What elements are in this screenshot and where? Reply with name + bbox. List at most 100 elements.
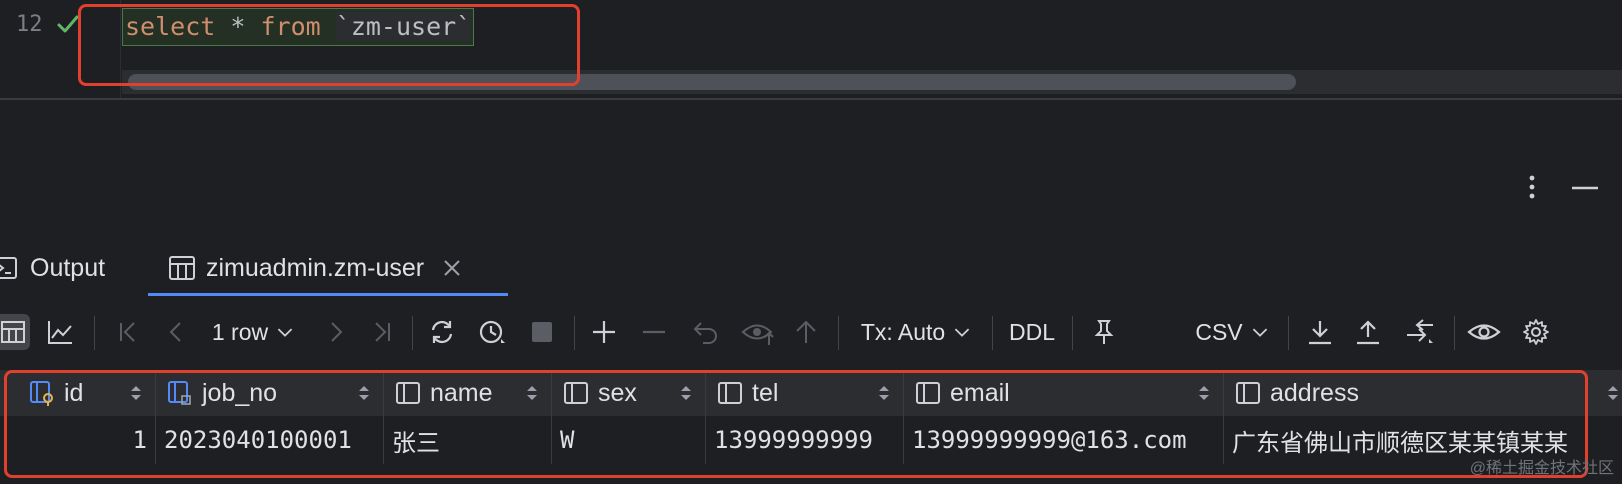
pin-icon <box>1094 320 1114 344</box>
transaction-mode-selector[interactable]: Tx: Auto <box>856 314 978 350</box>
column-header-name[interactable]: name <box>384 370 552 416</box>
revert-button[interactable] <box>688 314 724 350</box>
undo-icon <box>693 322 717 344</box>
last-page-button[interactable] <box>364 314 400 350</box>
toolbar-separator <box>1454 316 1455 350</box>
console-icon <box>0 257 17 279</box>
column-name: sex <box>598 378 637 407</box>
column-name: tel <box>752 378 779 407</box>
result-tabs: Output zimuadmin.zm-user <box>0 240 1622 296</box>
chevron-left-icon <box>169 322 181 342</box>
compare-button[interactable] <box>1400 314 1440 350</box>
column-name: name <box>430 378 493 407</box>
active-tab-indicator <box>148 293 508 296</box>
result-toolbar: 1 row Tx: Auto DDL CSV <box>0 304 1622 360</box>
table-identifier: `zm-user` <box>335 12 472 41</box>
column-header-job-no[interactable]: job_no <box>156 370 384 416</box>
sql-editor[interactable]: 12 select * from `zm-user` <box>0 0 1622 100</box>
watermark: @稀土掘金技术社区 <box>1469 460 1614 477</box>
services-tool-window-header <box>0 140 1622 240</box>
add-row-button[interactable] <box>586 314 622 350</box>
table-view-button[interactable] <box>0 314 30 350</box>
chart-view-button[interactable] <box>42 314 78 350</box>
cell-job-no[interactable]: 2023040100001 <box>156 416 384 464</box>
chevron-down-icon <box>277 328 293 337</box>
horizontal-scrollbar-thumb[interactable] <box>128 74 1296 90</box>
database-console-window: 12 select * from `zm-user` Output zimuad… <box>0 0 1622 484</box>
ddl-button[interactable]: DDL <box>1004 314 1060 350</box>
star-operator: * <box>230 12 246 41</box>
code-line[interactable]: 12 select * from `zm-user` <box>0 0 1622 52</box>
sort-icon[interactable] <box>525 383 539 403</box>
chevron-down-icon <box>1252 328 1267 337</box>
result-grid[interactable]: id job_no name sex tel email address 1 2… <box>0 370 1622 484</box>
export-data-button[interactable] <box>1302 314 1338 350</box>
first-page-button[interactable] <box>110 314 146 350</box>
sort-icon[interactable] <box>877 383 891 403</box>
cell-name[interactable]: 张三 <box>384 416 552 464</box>
last-page-icon <box>375 322 390 342</box>
clock-icon <box>479 320 505 344</box>
column-header-id[interactable]: id <box>18 370 156 416</box>
reload-button[interactable] <box>424 314 460 350</box>
table-row[interactable]: 1 2023040100001 张三 W 13999999999 1399999… <box>0 416 1622 464</box>
sql-statement[interactable]: select * from `zm-user` <box>122 8 475 46</box>
next-page-button[interactable] <box>318 314 354 350</box>
stop-icon <box>532 322 552 342</box>
keyword-select: select <box>125 12 216 41</box>
column-header-address[interactable]: address <box>1224 370 1622 416</box>
history-button[interactable] <box>474 314 510 350</box>
cell-sex[interactable]: W <box>552 416 706 464</box>
first-page-icon <box>120 322 135 342</box>
table-view-icon <box>1 321 25 343</box>
delete-row-button[interactable] <box>636 314 672 350</box>
cell-tel[interactable]: 13999999999 <box>706 416 904 464</box>
view-mode-button[interactable] <box>1464 314 1504 350</box>
previous-page-button[interactable] <box>158 314 194 350</box>
close-tab-icon[interactable] <box>442 258 462 278</box>
arrow-up-icon <box>796 320 816 343</box>
sort-icon[interactable] <box>357 383 371 403</box>
column-header-tel[interactable]: tel <box>706 370 904 416</box>
row-count-selector[interactable]: 1 row <box>206 314 302 350</box>
import-data-button[interactable] <box>1350 314 1386 350</box>
column-name: email <box>950 378 1010 407</box>
refresh-icon <box>431 320 453 344</box>
tab-output[interactable]: Output <box>0 240 105 296</box>
submit-button[interactable] <box>788 314 824 350</box>
column-name: job_no <box>202 378 278 407</box>
settings-button[interactable] <box>1516 314 1556 350</box>
sort-icon[interactable] <box>129 383 143 403</box>
gear-icon <box>1523 319 1549 345</box>
more-options-icon[interactable] <box>1520 172 1544 202</box>
ddl-label: DDL <box>1008 318 1055 345</box>
execution-success-check-icon <box>57 15 79 33</box>
cell-email[interactable]: 13999999999@163.com <box>904 416 1224 464</box>
column-icon <box>916 382 940 404</box>
minus-icon <box>643 330 665 334</box>
plus-icon <box>593 321 615 343</box>
toolbar-separator <box>992 316 993 350</box>
tab-zm-user-result[interactable]: zimuadmin.zm-user <box>168 240 462 296</box>
preview-changes-button[interactable] <box>738 314 778 350</box>
export-format-label: CSV <box>1195 318 1243 345</box>
chevron-right-icon <box>331 322 343 342</box>
export-format-selector[interactable]: CSV <box>1192 314 1274 350</box>
column-icon <box>718 382 742 404</box>
editor-divider <box>0 98 1622 100</box>
cell-id[interactable]: 1 <box>18 416 156 464</box>
column-header-sex[interactable]: sex <box>552 370 706 416</box>
chevron-down-icon <box>954 328 970 337</box>
grid-header: id job_no name sex tel email address <box>0 370 1622 416</box>
minimize-icon[interactable] <box>1568 172 1602 202</box>
pin-tab-button[interactable] <box>1086 314 1122 350</box>
tab-zm-user-label: zimuadmin.zm-user <box>206 253 425 282</box>
sort-icon[interactable] <box>1197 383 1211 403</box>
row-count-label: 1 row <box>211 318 269 345</box>
sort-icon[interactable] <box>1606 383 1620 403</box>
sort-icon[interactable] <box>679 383 693 403</box>
stop-button[interactable] <box>524 314 560 350</box>
toolbar-separator <box>574 316 575 350</box>
column-header-email[interactable]: email <box>904 370 1224 416</box>
toolbar-separator <box>1072 316 1073 350</box>
